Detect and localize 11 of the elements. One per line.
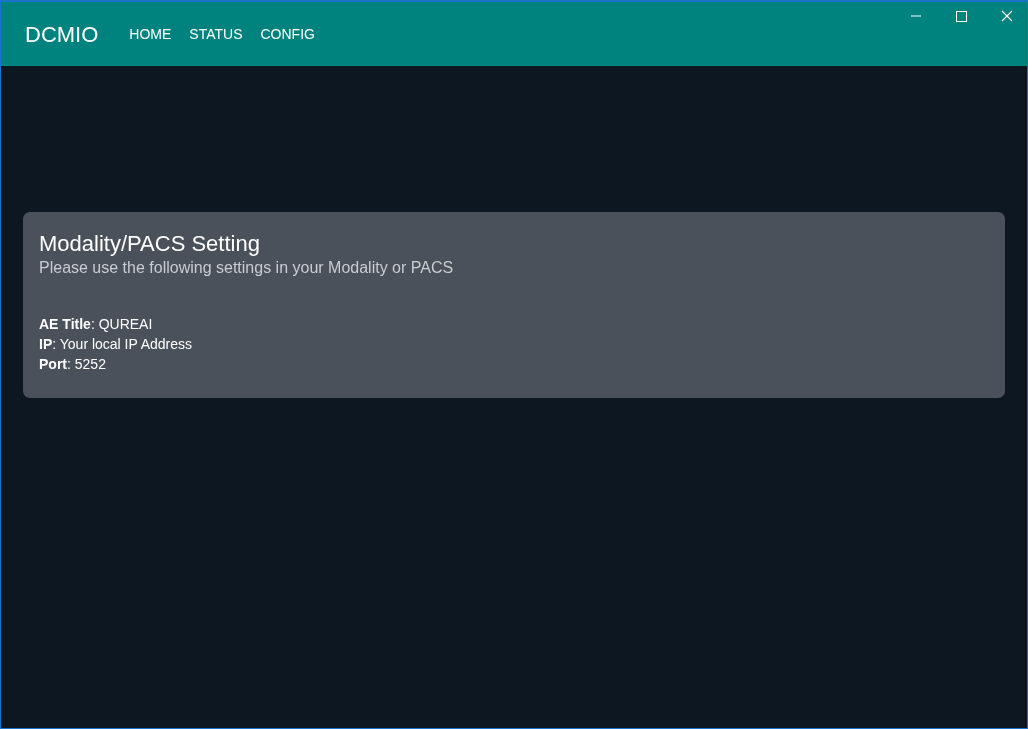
close-icon[interactable] [1001,10,1013,22]
setting-line: Port: 5252 [39,355,107,374]
nav-link[interactable]: HOME [129,23,172,45]
app-brand: DCMIO [25,20,99,49]
maximize-icon[interactable] [956,10,967,22]
setting-line: IP: Your local IP Address [39,335,194,354]
nav-link[interactable]: STATUS [189,23,243,45]
setting-line: AE Title: QUREAI [39,315,154,334]
card-title: Modality/PACS Setting [39,230,261,258]
nav-link[interactable]: CONFIG [260,23,315,45]
card-subtitle: Please use the following settings in your Modality or PACS [39,258,455,278]
